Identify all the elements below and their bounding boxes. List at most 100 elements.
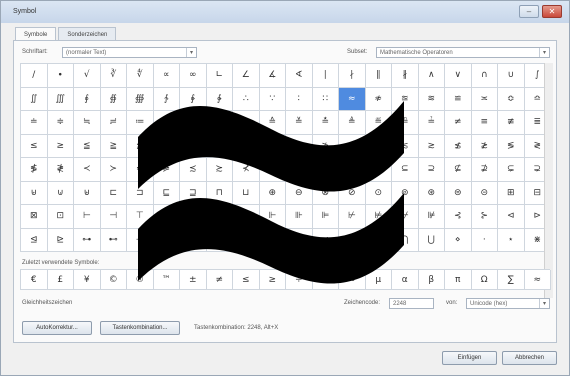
symbol-cell[interactable]: ⊉ [471,158,498,182]
symbol-cell[interactable]: ⊇ [418,158,445,182]
symbol-cell[interactable]: ⊈ [445,158,472,182]
symbol-cell[interactable]: ≠ [445,111,472,135]
symbol-cell[interactable]: ⊶ [74,228,101,252]
symbol-cell[interactable]: ≵ [471,134,498,158]
symbol-cell[interactable]: ⊣ [100,205,127,229]
symbol-cell[interactable]: ∥ [365,64,392,88]
symbol-cell[interactable]: ≸ [21,158,48,182]
recent-symbol-cell[interactable]: Ω [471,270,498,290]
symbol-cell[interactable]: ≳ [418,134,445,158]
symbol-cell[interactable]: ⊱ [471,205,498,229]
symbol-cell[interactable]: ⊞ [498,181,525,205]
symbol-cell[interactable]: ⋅ [471,228,498,252]
symbol-cell[interactable]: ∪ [498,64,525,88]
symbol-cell[interactable]: ≢ [498,111,525,135]
symbol-cell[interactable]: ⊎ [74,181,101,205]
symbol-cell[interactable]: ∬ [21,87,48,111]
symbol-cell[interactable]: ⊷ [100,228,127,252]
grid-scrollbar[interactable] [544,63,553,298]
symbol-cell[interactable]: ≧ [100,134,127,158]
symbol-cell[interactable]: ∝ [153,64,180,88]
recent-symbol-cell[interactable]: π [445,270,472,290]
symbol-cell[interactable]: ⊴ [21,228,48,252]
symbol-cell[interactable]: ∠ [233,64,260,88]
symbol-cell[interactable]: √ [74,64,101,88]
insert-button[interactable]: Einfügen [442,351,497,365]
symbol-cell[interactable]: ⊡ [47,205,74,229]
symbol-cell[interactable]: ⊯ [418,205,445,229]
symbol-cell[interactable]: ≴ [445,134,472,158]
symbol-cell[interactable]: ⊏ [100,181,127,205]
symbol-cell[interactable]: ∟ [206,64,233,88]
symbol-cell[interactable]: ≻ [100,158,127,182]
tab-special-chars[interactable]: Sonderzeichen [58,27,117,41]
recent-symbol-cell[interactable]: ∑ [498,270,525,290]
shortcut-text: Tastenkombination: 2248, Alt+X [194,325,279,331]
symbol-cell[interactable]: ⊰ [445,205,472,229]
symbol-cell[interactable]: ≤ [21,134,48,158]
symbol-cell[interactable]: ∣ [312,64,339,88]
symbol-cell[interactable]: ⊠ [21,205,48,229]
symbol-cell[interactable]: ∮ [74,87,101,111]
shortcut-key-button[interactable]: Tastenkombination... [100,321,180,335]
symbol-cell[interactable]: ⊜ [445,181,472,205]
symbol-cell[interactable]: ≐ [21,111,48,135]
symbol-cell[interactable]: ≋ [418,87,445,111]
autocorrect-button[interactable]: AutoKorrektur... [22,321,92,335]
symbol-cell[interactable]: ≌ [445,87,472,111]
char-code-input[interactable]: 2248 [389,298,434,309]
symbol-cell[interactable]: ⊵ [47,228,74,252]
close-button[interactable]: ✕ [542,5,562,18]
symbol-cell[interactable]: ⊝ [471,181,498,205]
symbol-cell[interactable]: ≶ [498,134,525,158]
symbol-cell[interactable]: ∧ [418,64,445,88]
symbol-cell[interactable]: ∤ [339,64,366,88]
symbol-cell[interactable]: ⊍ [47,181,74,205]
symbol-cell[interactable]: ⋆ [498,228,525,252]
minimize-button[interactable]: – [519,5,539,18]
symbol-cell[interactable]: ⊊ [498,158,525,182]
symbol-cell[interactable]: ⊌ [21,181,48,205]
symbol-cell[interactable]: ∢ [286,64,313,88]
symbol-cell[interactable]: ∞ [180,64,207,88]
symbol-cell[interactable]: ≺ [74,158,101,182]
symbol-cell[interactable]: ≎ [498,87,525,111]
from-select[interactable]: Unicode (hex) ▾ [466,298,550,309]
symbol-cell[interactable]: ⊛ [418,181,445,205]
recent-symbol-cell[interactable]: £ [47,270,74,290]
symbol-cell[interactable]: ∯ [100,87,127,111]
symbol-cell[interactable]: ∨ [445,64,472,88]
title-bar: Symbol – ✕ [1,1,569,23]
symbol-cell[interactable]: ∭ [47,87,74,111]
symbol-cell[interactable]: ≓ [100,111,127,135]
recent-symbol-cell[interactable]: © [100,270,127,290]
recent-symbol-cell[interactable]: € [21,270,48,290]
cancel-button[interactable]: Abbrechen [502,351,557,365]
symbol-cell[interactable]: ∩ [471,64,498,88]
recent-symbol-cell[interactable]: β [418,270,445,290]
symbol-cell[interactable]: ⋃ [418,228,445,252]
symbol-cell[interactable]: ∙ [47,64,74,88]
symbol-cell[interactable]: ≑ [47,111,74,135]
subset-select[interactable]: Mathematische Operatoren ▾ [376,47,550,58]
symbol-cell[interactable]: ∡ [259,64,286,88]
symbol-cell[interactable]: ∦ [392,64,419,88]
symbol-cell[interactable]: ≟ [418,111,445,135]
symbol-cell[interactable]: ≒ [74,111,101,135]
font-select[interactable]: (normaler Text) ▾ [62,47,197,58]
symbol-cell[interactable]: ⊢ [74,205,101,229]
symbol-cell[interactable]: ≦ [74,134,101,158]
font-select-value: (normaler Text) [66,50,107,56]
symbol-cell[interactable]: ⋄ [445,228,472,252]
recent-symbol-cell[interactable]: ¥ [74,270,101,290]
symbol-cell[interactable]: ≍ [471,87,498,111]
symbol-cell[interactable]: ∛ [100,64,127,88]
tab-symbols[interactable]: Symbole [15,27,57,41]
symbol-cell[interactable]: ≹ [47,158,74,182]
symbol-cell[interactable]: ≡ [471,111,498,135]
symbol-cell[interactable]: ⊲ [498,205,525,229]
symbol-cell[interactable]: ≥ [47,134,74,158]
symbol-cell[interactable]: ∕ [21,64,48,88]
recent-symbol-cell[interactable]: ≈ [524,270,551,290]
symbol-cell[interactable]: ∜ [127,64,154,88]
